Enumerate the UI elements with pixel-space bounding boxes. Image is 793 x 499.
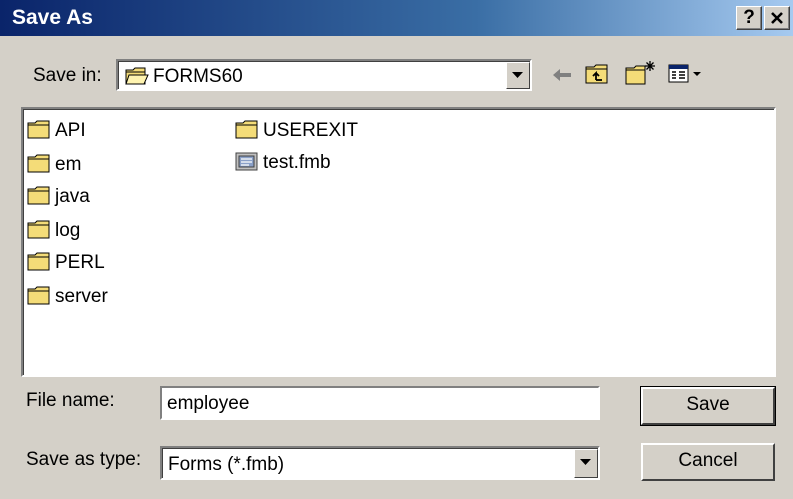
list-item-label: log [55,220,81,241]
close-icon [771,12,783,24]
list-item-label: API [55,120,86,141]
cancel-button[interactable]: Cancel [641,443,775,481]
save-in-dropdown[interactable]: FORMS60 [116,59,532,91]
folder-icon [27,252,50,271]
list-item-label: test.fmb [263,152,331,173]
save-in-dropdown-button[interactable] [506,62,530,89]
chevron-down-icon [580,459,591,465]
chevron-down-icon [512,72,523,78]
folder-icon [235,120,258,139]
folder-icon [27,154,50,173]
window-title: Save As [12,6,93,29]
save-as-type-dropdown-button[interactable] [574,449,598,478]
list-item-label: server [55,286,108,307]
save-in-value: FORMS60 [153,66,243,87]
new-folder-icon[interactable] [625,60,657,86]
folder-icon [27,186,50,205]
save-button[interactable]: Save [640,386,776,426]
close-button[interactable] [764,6,790,30]
view-menu-icon[interactable] [668,64,704,84]
save-as-type-dropdown[interactable]: Forms (*.fmb) [160,446,600,480]
folder-icon [27,286,50,305]
open-folder-icon [125,67,149,85]
file-name-label: File name: [26,390,115,411]
file-list[interactable]: API em java log PERL server USEREXIT tes… [21,107,776,377]
list-item-label: java [55,186,90,207]
help-button[interactable]: ? [736,6,762,30]
up-one-level-icon[interactable] [585,63,611,85]
file-name-field[interactable] [160,386,600,420]
back-arrow-icon[interactable] [551,65,573,85]
list-item-label: em [55,154,82,175]
folder-icon [27,120,50,139]
folder-icon [27,220,50,239]
file-name-input[interactable] [167,391,587,417]
list-item-label: USEREXIT [263,120,359,141]
form-file-icon [235,152,258,171]
save-as-type-value: Forms (*.fmb) [168,454,285,475]
save-as-type-label: Save as type: [26,449,142,470]
save-in-label: Save in: [33,65,102,86]
title-bar: Save As ? [0,0,793,36]
list-item-label: PERL [55,252,105,273]
